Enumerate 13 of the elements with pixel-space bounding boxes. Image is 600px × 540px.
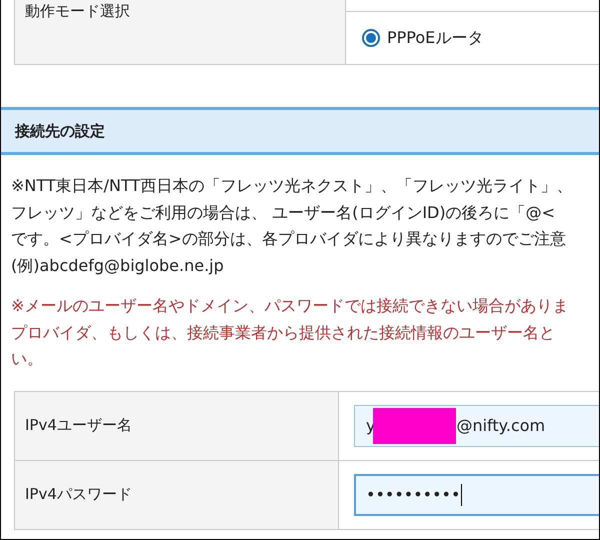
info-text: (例)abcdefg@biglobe.ne.jp — [11, 254, 224, 276]
field-label: IPv4パスワード — [15, 460, 339, 528]
warning-text: ※メールのユーザー名やドメイン、パスワードでは接続できない場合がありま — [11, 295, 568, 317]
warning-text: い。 — [11, 348, 43, 370]
radio-option[interactable]: PPPoEルータ — [362, 28, 484, 48]
field-label: IPv4ユーザー名 — [15, 392, 339, 460]
input-field[interactable]: •••••••••• — [354, 474, 599, 516]
info-text: ※NTT東日本/NTT西日本の「フレッツ光ネクスト」、「フレッツ光ライト」、 — [11, 175, 572, 197]
section-title: 接続先の設定 — [15, 122, 105, 140]
table-cell: 動作モード選択 — [15, 0, 346, 64]
warning-text: プロバイダ、もしくは、接続事業者から提供された接続情報のユーザー名と — [11, 322, 555, 344]
info-text: です。<プロバイダ名>の部分は、各プロバイダにより異なりますのでご注意 — [11, 228, 566, 250]
info-text: フレッツ」などをご利用の場合は、 ユーザー名(ログインID)の後ろに「@< — [11, 202, 556, 224]
